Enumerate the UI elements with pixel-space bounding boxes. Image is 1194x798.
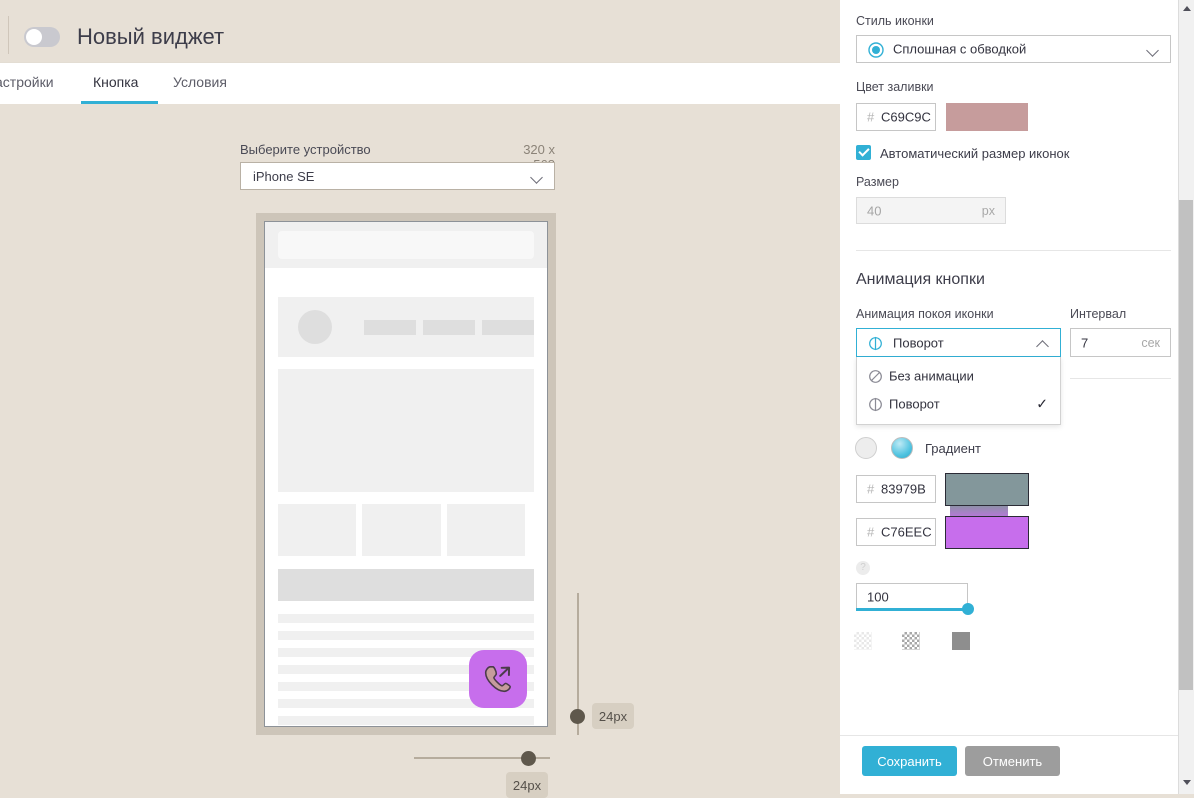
selected-check-icon: ✓ bbox=[1036, 395, 1048, 412]
settings-panel-scroll: Стиль иконки Сплошная с обводкой Цвет за… bbox=[840, 0, 1178, 794]
cancel-button[interactable]: Отменить bbox=[965, 746, 1060, 776]
solid-gray-icon[interactable] bbox=[952, 632, 970, 650]
section-divider bbox=[856, 250, 1171, 251]
size-value: 40 bbox=[867, 203, 882, 218]
dropdown-item-label: Без анимации bbox=[889, 368, 974, 384]
fill-type-solid-option[interactable] bbox=[855, 437, 877, 459]
skeleton-text-line bbox=[278, 614, 534, 623]
gradient-color2-value: C76EEC bbox=[881, 524, 932, 540]
settings-panel: Стиль иконки Сплошная с обводкой Цвет за… bbox=[840, 0, 1194, 794]
section-divider bbox=[1070, 378, 1171, 379]
gradient-color1-input[interactable]: # 83979B bbox=[856, 475, 936, 503]
interval-unit: сек bbox=[1141, 335, 1160, 350]
gradient-color2-input[interactable]: # C76EEC bbox=[856, 518, 936, 546]
skeleton-nav-item bbox=[482, 320, 534, 335]
gradient-color1-value: 83979B bbox=[881, 481, 926, 497]
skeleton-tile bbox=[362, 504, 441, 556]
no-animation-icon bbox=[869, 370, 882, 383]
tab-settings[interactable]: астройки bbox=[0, 74, 54, 90]
hash-prefix: # bbox=[867, 109, 875, 125]
device-picker-label: Выберите устройство bbox=[240, 142, 371, 157]
skeleton-text-line bbox=[278, 716, 534, 725]
checker-medium-icon[interactable] bbox=[902, 632, 920, 650]
solid-outline-circle-icon bbox=[868, 42, 884, 58]
icon-style-select[interactable]: Сплошная с обводкой bbox=[856, 35, 1171, 63]
skeleton-hero-block bbox=[278, 369, 534, 492]
skeleton-tile bbox=[447, 504, 525, 556]
rotate-icon bbox=[869, 397, 882, 412]
skeleton-nav-item bbox=[423, 320, 475, 335]
widget-editor-window: Новый виджет астройки Кнопка Условия Выб… bbox=[0, 0, 1194, 798]
opacity-help-icon[interactable]: ? bbox=[856, 561, 870, 575]
widget-enable-toggle[interactable] bbox=[24, 27, 60, 47]
size-unit: px bbox=[981, 203, 995, 218]
fill-color-swatch[interactable] bbox=[946, 103, 1028, 131]
page-title: Новый виджет bbox=[77, 24, 225, 49]
skeleton-avatar bbox=[298, 310, 332, 344]
floating-call-button[interactable] bbox=[469, 650, 527, 708]
save-button[interactable]: Сохранить bbox=[862, 746, 957, 776]
idle-animation-dropdown: Без анимации Поворот ✓ bbox=[856, 357, 1061, 425]
interval-input[interactable]: 7 сек bbox=[1070, 328, 1171, 357]
title-divider bbox=[8, 16, 9, 54]
gradient-label: Градиент bbox=[925, 441, 981, 456]
idle-animation-label: Анимация покоя иконки bbox=[856, 307, 994, 321]
skeleton-nav-card bbox=[278, 297, 534, 357]
window-titlebar: Новый виджет bbox=[0, 0, 840, 66]
size-slider-horizontal-value: 24px bbox=[506, 772, 548, 798]
icon-style-value: Сплошная с обводкой bbox=[893, 41, 1027, 57]
device-select[interactable]: iPhone SE bbox=[240, 162, 555, 190]
dropdown-item-label: Поворот bbox=[889, 396, 940, 412]
skeleton-text-line bbox=[278, 631, 534, 640]
size-slider-vertical-handle[interactable] bbox=[570, 709, 585, 724]
opacity-slider-track[interactable] bbox=[856, 608, 968, 611]
interval-label: Интервал bbox=[1070, 307, 1127, 321]
size-slider-vertical-value: 24px bbox=[592, 703, 634, 729]
checker-light-icon[interactable] bbox=[854, 632, 872, 650]
idle-animation-value: Поворот bbox=[893, 335, 944, 350]
chevron-down-icon bbox=[1146, 44, 1159, 57]
chevron-down-icon bbox=[530, 171, 543, 184]
gradient-color2-swatch[interactable] bbox=[945, 516, 1029, 549]
auto-icon-size-label: Автоматический размер иконок bbox=[880, 146, 1070, 161]
size-slider-horizontal-handle[interactable] bbox=[521, 751, 536, 766]
scroll-up-arrow-icon[interactable] bbox=[1183, 6, 1191, 11]
size-label: Размер bbox=[856, 175, 899, 189]
phone-outgoing-icon bbox=[484, 666, 511, 693]
hash-prefix: # bbox=[867, 481, 875, 497]
rotate-icon bbox=[869, 336, 882, 351]
fill-color-label: Цвет заливки bbox=[856, 80, 934, 94]
fill-color-input[interactable]: # C69C9C bbox=[856, 103, 936, 131]
dropdown-item-rotate[interactable]: Поворот ✓ bbox=[857, 390, 1060, 418]
fill-color-value: C69C9C bbox=[881, 109, 931, 125]
panel-scrollbar-thumb[interactable] bbox=[1179, 200, 1193, 690]
auto-icon-size-checkbox[interactable] bbox=[856, 145, 871, 160]
fill-type-gradient-option[interactable] bbox=[891, 437, 913, 459]
check-icon bbox=[858, 145, 870, 157]
toggle-knob bbox=[26, 29, 42, 45]
icon-style-label: Стиль иконки bbox=[856, 14, 934, 28]
idle-animation-select[interactable]: Поворот bbox=[856, 328, 1061, 357]
skeleton-band bbox=[278, 569, 534, 601]
skeleton-tile bbox=[278, 504, 356, 556]
main-area: Новый виджет астройки Кнопка Условия Выб… bbox=[0, 0, 840, 798]
gradient-color1-swatch[interactable] bbox=[945, 473, 1029, 506]
skeleton-searchbar bbox=[278, 231, 534, 259]
scroll-down-arrow-icon[interactable] bbox=[1183, 780, 1191, 785]
skeleton-nav-item bbox=[364, 320, 416, 335]
tab-button[interactable]: Кнопка bbox=[93, 74, 138, 90]
tab-bar: астройки Кнопка Условия bbox=[0, 62, 840, 105]
footer-divider bbox=[840, 735, 1178, 736]
hash-prefix: # bbox=[867, 524, 875, 540]
interval-value: 7 bbox=[1081, 335, 1089, 350]
animation-section-title: Анимация кнопки bbox=[856, 271, 985, 288]
device-select-value: iPhone SE bbox=[253, 169, 315, 184]
size-input[interactable]: 40 px bbox=[856, 197, 1006, 224]
chevron-up-icon bbox=[1036, 340, 1049, 353]
opacity-slider-handle[interactable] bbox=[962, 603, 974, 615]
opacity-input[interactable]: 100 bbox=[856, 583, 968, 610]
tab-conditions[interactable]: Условия bbox=[173, 74, 227, 90]
dropdown-item-no-animation[interactable]: Без анимации bbox=[857, 362, 1060, 390]
opacity-value: 100 bbox=[867, 589, 889, 604]
